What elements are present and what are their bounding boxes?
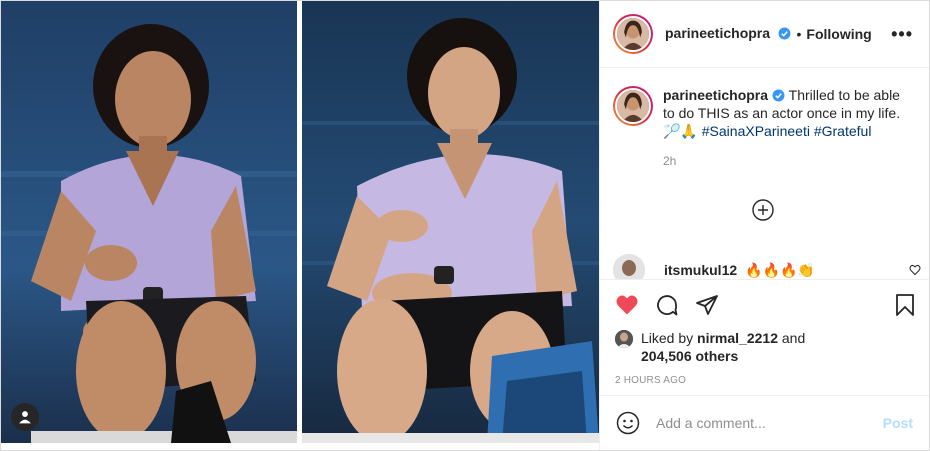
post-comment-button[interactable]: Post	[883, 415, 913, 431]
hashtag-link[interactable]: #SainaXParineeti	[702, 123, 810, 139]
action-bar	[615, 288, 917, 322]
user-tag-icon	[19, 411, 31, 424]
post-header: parineetichopra • Following •••	[600, 1, 929, 68]
comment-icon	[657, 295, 678, 316]
liker-username[interactable]: nirmal_2212	[697, 330, 778, 346]
caption: parineetichopra Thrilled to be able to d…	[613, 86, 913, 170]
caption-text: parineetichopra Thrilled to be able to d…	[663, 86, 911, 170]
plus-circle-icon[interactable]	[751, 198, 775, 222]
emoji-icon[interactable]	[616, 411, 640, 435]
comment-item: itsmukul12 🔥🔥🔥👏	[613, 254, 921, 279]
caption-username[interactable]: parineetichopra	[663, 87, 768, 103]
commenter-avatar[interactable]	[613, 254, 645, 279]
caption-emojis: 🏸🙏	[663, 123, 698, 139]
comments-section: parineetichopra Thrilled to be able to d…	[600, 68, 929, 279]
photo-parineeti	[302, 1, 599, 443]
author-avatar[interactable]	[613, 14, 653, 54]
following-button[interactable]: Following	[806, 26, 871, 42]
verified-badge-icon	[779, 27, 791, 40]
verified-badge-icon	[772, 89, 785, 102]
caption-timestamp[interactable]: 2h	[663, 152, 911, 170]
share-icon	[696, 295, 718, 315]
post-actions: Liked by nirmal_2212 and 204,506 others …	[600, 279, 929, 395]
comment-text: 🔥🔥🔥👏	[745, 261, 815, 278]
photo-saina	[1, 1, 297, 443]
post-timestamp[interactable]: 2 HOURS AGO	[615, 375, 917, 386]
hashtag-link[interactable]: #Grateful	[814, 123, 872, 139]
instagram-post: parineetichopra • Following ••• parineet…	[0, 0, 930, 451]
liker-avatar[interactable]	[615, 330, 633, 348]
like-button[interactable]	[615, 293, 639, 317]
user-tag-button[interactable]	[11, 403, 39, 431]
author-username-text[interactable]: parineetichopra	[665, 25, 770, 41]
commenter-username[interactable]: itsmukul12	[664, 262, 737, 278]
header-separator: •	[796, 26, 802, 42]
share-button[interactable]	[695, 293, 719, 317]
bookmark-icon	[896, 294, 914, 316]
caption-avatar[interactable]	[613, 86, 653, 126]
author-username[interactable]: parineetichopra	[665, 25, 791, 43]
heart-filled-icon	[616, 295, 638, 315]
comment-input[interactable]	[656, 415, 883, 431]
load-more-comments[interactable]	[613, 198, 913, 222]
comment-button[interactable]	[655, 293, 679, 317]
more-options-icon[interactable]: •••	[891, 24, 913, 45]
save-button[interactable]	[893, 293, 917, 317]
add-comment-bar: Post	[600, 395, 929, 450]
post-media[interactable]	[1, 1, 599, 450]
likes-text: Liked by nirmal_2212 and 204,506 others	[641, 329, 805, 365]
heart-outline-icon[interactable]	[909, 264, 921, 276]
likes-count[interactable]: 204,506 others	[641, 348, 738, 364]
post-side-panel: parineetichopra • Following ••• parineet…	[599, 1, 929, 450]
likes-and: and	[781, 330, 806, 346]
liked-by-prefix: Liked by	[641, 330, 694, 346]
likes-summary: Liked by nirmal_2212 and 204,506 others	[615, 329, 917, 365]
